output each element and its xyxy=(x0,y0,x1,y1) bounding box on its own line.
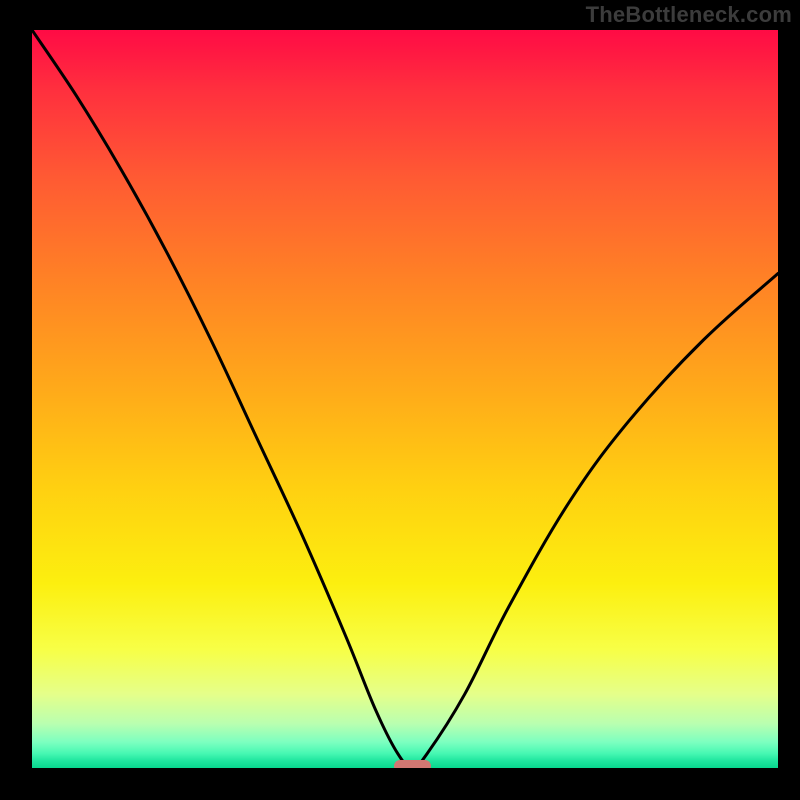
chart-frame: TheBottleneck.com xyxy=(0,0,800,800)
bottleneck-curve xyxy=(32,30,778,768)
optimal-marker xyxy=(394,760,432,768)
plot-area xyxy=(32,30,778,768)
watermark-text: TheBottleneck.com xyxy=(586,2,792,28)
